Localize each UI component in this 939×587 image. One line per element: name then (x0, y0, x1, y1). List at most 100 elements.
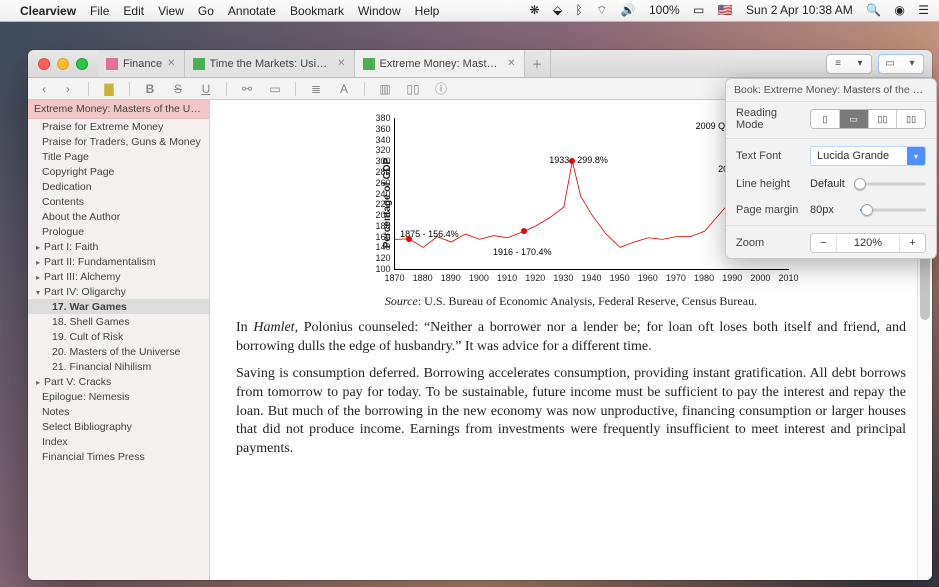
book-icon (363, 58, 375, 70)
toc-item[interactable]: Select Bibliography (28, 419, 209, 434)
toc-item[interactable]: Financial Times Press (28, 449, 209, 464)
x-tick: 1900 (469, 273, 489, 283)
library-icon[interactable]: ▥ (377, 82, 393, 96)
reading-mode-segmented[interactable]: ▯ ▭ ▯▯ ▯▯ (810, 109, 926, 129)
menu-help[interactable]: Help (415, 4, 440, 18)
traffic-minimize[interactable] (57, 58, 69, 70)
tab-label: Extreme Money: Masters of t (380, 58, 503, 70)
battery-text[interactable]: 100% (649, 3, 680, 17)
toc-item[interactable]: Contents (28, 194, 209, 209)
info-icon[interactable]: ⓘ (433, 80, 449, 97)
underline-button[interactable]: U (198, 82, 214, 96)
toc-item[interactable]: Part V: Cracks (28, 374, 209, 389)
menu-edit[interactable]: Edit (123, 4, 144, 18)
paragraph-1: In Hamlet, Polonius counseled: “Neither … (236, 319, 906, 357)
clock[interactable]: Sun 2 Apr 10:38 AM (746, 3, 853, 17)
toc-item[interactable]: Copyright Page (28, 164, 209, 179)
link-icon[interactable]: ⚯ (239, 82, 255, 96)
y-tick: 220 (367, 199, 391, 209)
dropbox-icon[interactable]: ⬙ (553, 3, 562, 17)
highlight-button[interactable]: ▇ (101, 82, 117, 96)
bold-button[interactable]: B (142, 82, 158, 96)
toc-sidebar: Extreme Money: Masters of the Un... Prai… (28, 100, 210, 580)
toc-item[interactable]: Praise for Extreme Money (28, 119, 209, 134)
toc-item[interactable]: Index (28, 434, 209, 449)
toc-item[interactable]: Part III: Alchemy (28, 269, 209, 284)
tab-add-button[interactable]: ＋ (525, 50, 551, 77)
toc-item[interactable]: 17. War Games (28, 299, 209, 314)
toc-item[interactable]: Part IV: Oligarchy (28, 284, 209, 299)
menu-go[interactable]: Go (198, 4, 214, 18)
traffic-close[interactable] (38, 58, 50, 70)
tab-time-markets[interactable]: Time the Markets: Using Tech ✕ (185, 50, 355, 77)
tab-close-icon[interactable]: ✕ (167, 58, 175, 69)
nav-forward-button[interactable]: › (60, 82, 76, 96)
battery-icon[interactable]: ▭ (693, 3, 704, 17)
mode-single-icon[interactable]: ▯ (811, 110, 840, 128)
menu-bookmark[interactable]: Bookmark (290, 4, 344, 18)
text-font-select[interactable]: Lucida Grande ▾ (810, 146, 926, 166)
paragraph-2: Saving is consumption deferred. Borrowin… (236, 365, 906, 459)
x-tick: 1890 (441, 273, 461, 283)
toc-item[interactable]: About the Author (28, 209, 209, 224)
toc-item[interactable]: Epilogue: Nemesis (28, 389, 209, 404)
view-mode-segmented[interactable]: ≡▾ (826, 54, 872, 74)
mode-scroll-icon[interactable]: ▭ (840, 110, 869, 128)
page-margin-label: Page margin (736, 204, 802, 216)
menu-file[interactable]: File (90, 4, 109, 18)
y-tick: 380 (367, 113, 391, 123)
y-tick: 140 (367, 242, 391, 252)
toc-item[interactable]: Praise for Traders, Guns & Money (28, 134, 209, 149)
toc-item[interactable]: 19. Cult of Risk (28, 329, 209, 344)
nav-back-button[interactable]: ‹ (36, 82, 52, 96)
notifications-icon[interactable]: ☰ (918, 3, 929, 17)
toc-header: Extreme Money: Masters of the Un... (28, 100, 209, 119)
zoom-out-button[interactable]: − (811, 234, 837, 252)
reader-settings-button[interactable]: ▭▾ (878, 54, 924, 74)
chart-annotation: 1933 - 299.8% (549, 155, 608, 165)
y-tick: 160 (367, 232, 391, 242)
mode-grid-icon[interactable]: ▯▯ (897, 110, 925, 128)
toc-item[interactable]: Part II: Fundamentalism (28, 254, 209, 269)
volume-icon[interactable]: 🔊 (621, 3, 636, 17)
y-tick: 320 (367, 145, 391, 155)
tab-finance[interactable]: Finance ✕ (98, 50, 185, 77)
tab-extreme-money[interactable]: Extreme Money: Masters of t ✕ (355, 50, 525, 77)
y-tick: 200 (367, 210, 391, 220)
tab-close-icon[interactable]: ✕ (507, 58, 515, 69)
tab-close-icon[interactable]: ✕ (337, 58, 345, 69)
toc-item[interactable]: 21. Financial Nihilism (28, 359, 209, 374)
line-height-slider[interactable] (860, 176, 926, 192)
mode-two-icon[interactable]: ▯▯ (869, 110, 898, 128)
bookmarks-icon[interactable]: ≣ (308, 82, 324, 96)
siri-icon[interactable]: ◉ (894, 3, 904, 17)
toc-item[interactable]: Dedication (28, 179, 209, 194)
menu-window[interactable]: Window (358, 4, 401, 18)
font-icon[interactable]: A (336, 82, 352, 96)
spotlight-icon[interactable]: 🔍 (866, 3, 881, 17)
zoom-in-button[interactable]: + (899, 234, 925, 252)
toc-item[interactable]: Part I: Faith (28, 239, 209, 254)
menu-annotate[interactable]: Annotate (228, 4, 276, 18)
note-icon[interactable]: ▭ (267, 82, 283, 96)
toc-item[interactable]: 20. Masters of the Universe (28, 344, 209, 359)
bluetooth-icon[interactable]: ᛒ (576, 3, 583, 17)
bookshelf-icon (106, 58, 118, 70)
menu-view[interactable]: View (158, 4, 184, 18)
flag-icon[interactable]: 🇺🇸 (718, 3, 733, 17)
page-margin-slider[interactable] (860, 202, 926, 218)
toc-item[interactable]: Notes (28, 404, 209, 419)
columns-icon[interactable]: ▯▯ (405, 82, 421, 96)
evernote-icon[interactable]: ❋ (530, 3, 540, 17)
strike-button[interactable]: S (170, 82, 186, 96)
x-tick: 2010 (778, 273, 798, 283)
chevron-down-icon[interactable]: ▾ (907, 147, 925, 165)
toc-item[interactable]: Title Page (28, 149, 209, 164)
chart-point (521, 228, 527, 234)
x-tick: 1990 (722, 273, 742, 283)
wifi-icon[interactable]: ⌔ (596, 3, 607, 17)
app-name[interactable]: Clearview (20, 4, 76, 18)
toc-item[interactable]: Prologue (28, 224, 209, 239)
traffic-zoom[interactable] (76, 58, 88, 70)
toc-item[interactable]: 18. Shell Games (28, 314, 209, 329)
